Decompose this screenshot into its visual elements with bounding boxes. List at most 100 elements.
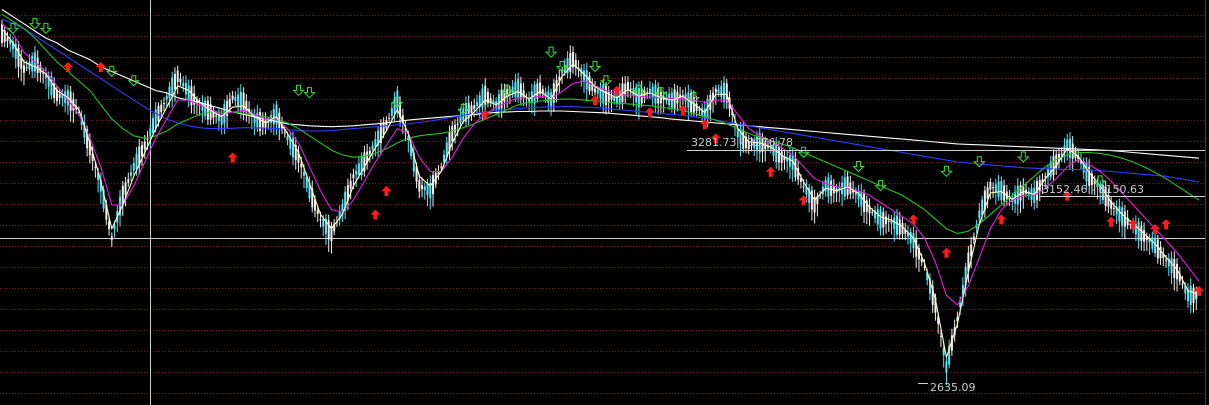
price-bar-body <box>777 147 780 163</box>
price-bar-body <box>1159 246 1162 259</box>
buy-arrow-icon <box>95 61 106 72</box>
price-bar-body <box>349 180 352 189</box>
price-bar-body <box>355 170 358 175</box>
price-bar-body <box>1137 221 1140 241</box>
price-bar-body <box>228 99 231 107</box>
price-bar-body <box>421 185 424 189</box>
price-bar-body <box>132 162 135 171</box>
price-bar-body <box>475 102 478 107</box>
price-bar-body <box>242 92 245 112</box>
price-bar-body <box>190 86 193 106</box>
price-bar-body <box>25 67 28 69</box>
price-bar-body <box>626 81 629 90</box>
price-bar-body <box>1121 207 1124 227</box>
price-bar-body <box>972 236 975 241</box>
price-bar-body <box>220 113 223 125</box>
price-bar-body <box>143 141 146 150</box>
buy-arrow-icon <box>62 61 73 72</box>
price-bar-body <box>6 37 9 42</box>
sell-arrow-icon <box>973 156 986 168</box>
price-bar-body <box>231 95 234 100</box>
price-bar-body <box>113 225 116 230</box>
price-bar-body <box>28 61 31 70</box>
buy-arrow-icon <box>370 209 381 220</box>
price-bar-body <box>720 86 723 98</box>
price-bar-body <box>863 192 866 213</box>
price-bar-body <box>585 70 588 90</box>
price-bar-body <box>319 219 322 221</box>
price-bar-body <box>160 104 163 113</box>
buy-arrow-icon <box>941 247 952 258</box>
price-bar-body <box>440 166 443 168</box>
price-bar-body <box>632 87 635 96</box>
price-bar-body <box>871 212 874 214</box>
price-bar-body <box>459 115 462 123</box>
price-bar-body <box>879 209 882 229</box>
buy-arrow-icon <box>798 195 809 206</box>
sell-arrow-icon <box>1017 151 1030 163</box>
price-bar-body <box>602 84 605 104</box>
price-bar-body <box>596 89 599 94</box>
price-bar-body <box>58 93 61 98</box>
price-bar-body <box>624 83 627 96</box>
price-bar-body <box>182 82 185 87</box>
price-bar-body <box>945 361 948 373</box>
price-bar-body <box>124 182 127 194</box>
price-bar-body <box>374 139 377 147</box>
price-bar-body <box>151 118 154 134</box>
price-bar-body <box>165 95 168 100</box>
price-bar-body <box>489 98 492 102</box>
price-bar-body <box>514 81 517 97</box>
price-bar-body <box>388 117 391 119</box>
price-bar-body <box>1071 143 1074 159</box>
price-bar-body <box>846 176 849 196</box>
price-bar-body <box>860 191 863 207</box>
annotation-low-label: 2635.09 <box>930 381 976 394</box>
price-bar-body <box>876 209 879 225</box>
price-bar-body <box>522 90 525 98</box>
buy-arrow-icon <box>1161 219 1172 230</box>
price-bar-body <box>714 88 717 93</box>
price-bar-body <box>179 78 182 83</box>
price-bar-body <box>168 86 171 99</box>
price-bar-body <box>517 78 520 98</box>
price-bar-body <box>992 187 995 189</box>
price-bar-body <box>1151 237 1154 249</box>
price-bar-body <box>583 70 586 82</box>
price-bar-body <box>130 172 133 176</box>
price-bar-body <box>1123 211 1126 227</box>
price-bar-body <box>110 236 113 241</box>
price-bar-body <box>390 108 393 116</box>
price-bar-body <box>302 172 305 176</box>
sell-arrow-icon <box>303 87 316 99</box>
buy-arrow-icon <box>677 104 688 115</box>
price-bar-body <box>239 91 242 111</box>
price-bar-body <box>135 153 138 170</box>
sell-arrow-icon <box>292 84 305 97</box>
buy-arrow-icon <box>381 185 392 196</box>
price-bar-body <box>1143 230 1146 242</box>
price-bar-body <box>426 183 429 196</box>
price-bar-body <box>788 155 791 167</box>
price-bar-body <box>1060 153 1063 155</box>
price-bar-body <box>264 120 267 128</box>
price-bar-body <box>108 221 111 229</box>
price-bar-body <box>94 166 97 168</box>
price-bar-body <box>882 212 885 228</box>
price-bar-body <box>986 187 989 199</box>
price-bar-body <box>481 88 484 108</box>
sell-arrow-icon <box>28 18 42 30</box>
price-bar-body <box>978 210 981 219</box>
sell-arrow-icon <box>852 161 865 173</box>
price-bar-body <box>432 175 435 195</box>
sell-arrow-icon <box>39 22 53 35</box>
price-bar-body <box>629 88 632 90</box>
price-bar-body <box>824 180 827 192</box>
price-bar-body <box>613 96 616 101</box>
ma-line-4 <box>1 23 1200 306</box>
price-bar-body <box>237 94 240 106</box>
price-bar-body <box>171 77 174 97</box>
price-bar-body <box>206 100 209 120</box>
price-bar-body <box>723 82 726 102</box>
price-bar-body <box>382 122 385 135</box>
